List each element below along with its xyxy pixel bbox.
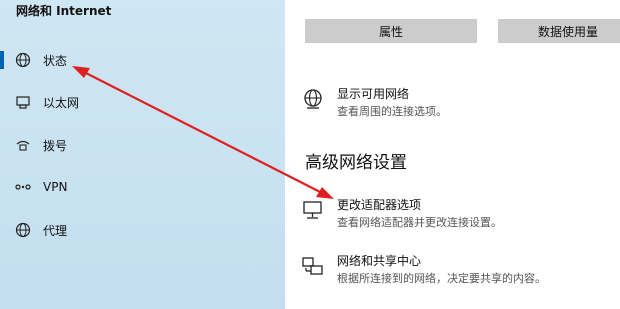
sidebar-item-label: 以太网: [43, 95, 80, 110]
link-description: 查看网络适配器并更改连接设置。: [337, 216, 502, 229]
link-description: 查看周围的连接选项。: [337, 105, 447, 118]
sidebar-item-status[interactable]: 状态: [0, 43, 285, 77]
sidebar-item-label: 状态: [43, 53, 68, 68]
data-usage-button[interactable]: 数据使用量: [498, 19, 620, 43]
link-title: 显示可用网络: [337, 87, 410, 101]
sidebar-item-dialup[interactable]: 拨号: [0, 128, 285, 162]
sidebar-item-label: 拨号: [43, 138, 68, 153]
sidebar-item-label: VPN: [43, 180, 68, 194]
network-sharing-icon: [301, 254, 329, 282]
main-content: 属性 数据使用量 显示可用网络 查看周围的连接选项。 高级网络设置 更改适配器选…: [285, 0, 620, 309]
settings-sidebar: 网络和 Internet 状态 以太网 拨号 VPN 代理: [0, 0, 285, 309]
sidebar-item-vpn[interactable]: VPN: [0, 170, 285, 204]
globe-proxy-icon: [14, 221, 32, 239]
link-title: 更改适配器选项: [337, 198, 422, 212]
network-adapter-icon: [301, 198, 329, 226]
vpn-icon: [14, 178, 32, 196]
properties-button[interactable]: 属性: [305, 19, 477, 43]
sidebar-item-proxy[interactable]: 代理: [0, 213, 285, 247]
advanced-settings-heading: 高级网络设置: [305, 153, 407, 173]
sidebar-item-label: 代理: [43, 223, 68, 238]
sidebar-header: 网络和 Internet: [16, 4, 112, 18]
link-description: 根据所连接到的网络，决定要共享的内容。: [337, 272, 546, 285]
active-indicator: [0, 51, 4, 69]
link-title: 网络和共享中心: [337, 254, 422, 268]
dialup-icon: [14, 136, 32, 154]
ethernet-icon: [14, 93, 32, 111]
sidebar-item-ethernet[interactable]: 以太网: [0, 85, 285, 119]
globe-icon: [301, 87, 329, 115]
globe-status-icon: [14, 51, 32, 69]
